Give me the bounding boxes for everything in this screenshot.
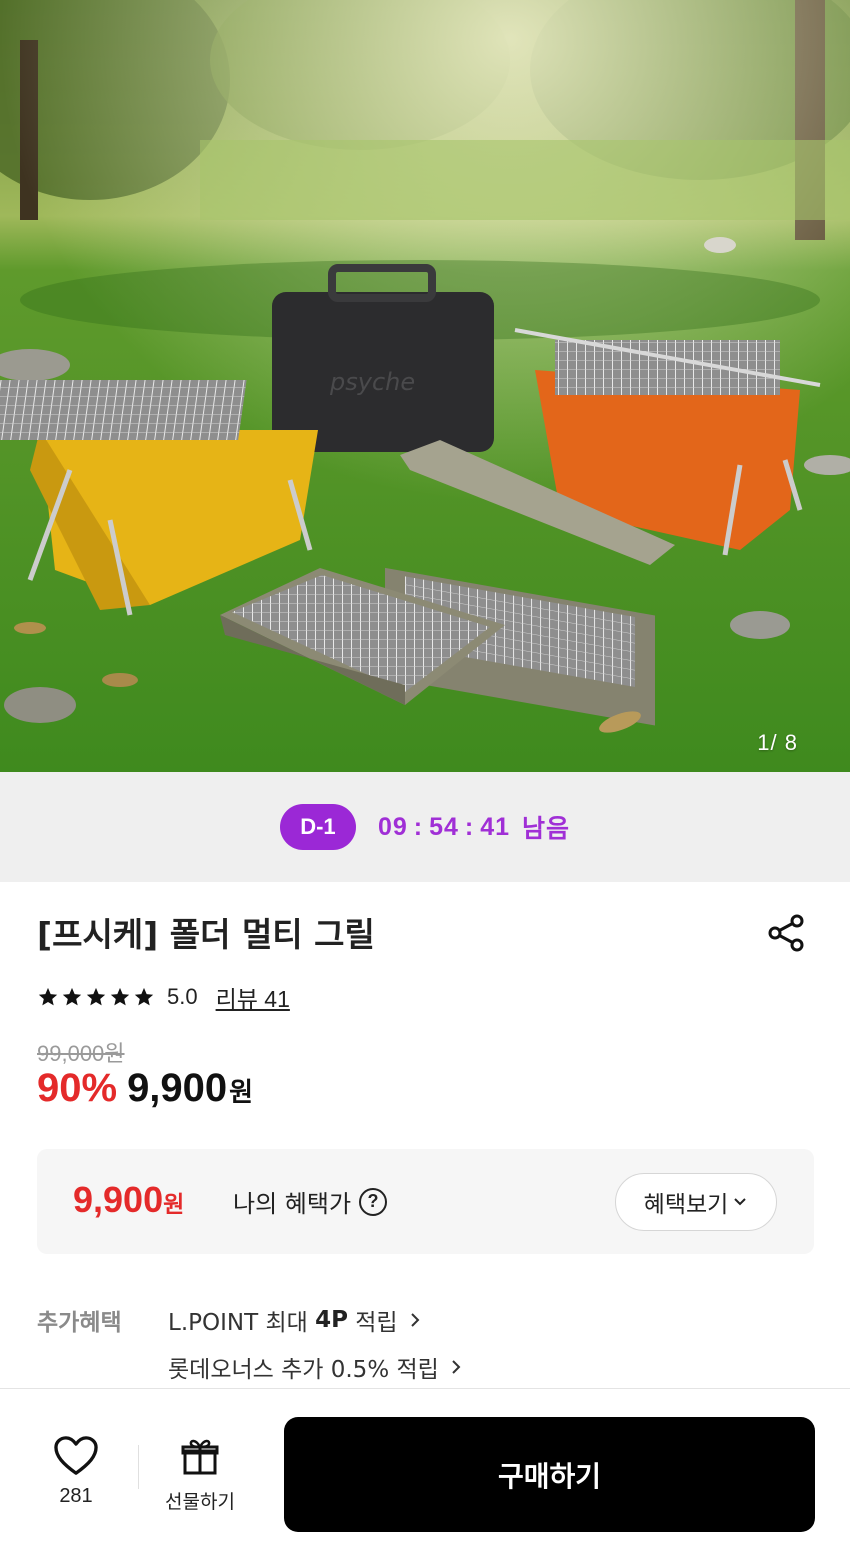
product-hero-image[interactable]: psyche 1/ 8 — [0, 0, 850, 772]
timer-seconds: 41 — [480, 812, 511, 841]
heart-icon — [54, 1436, 98, 1475]
share-icon[interactable] — [766, 912, 808, 954]
gift-button[interactable]: 선물하기 — [156, 1437, 244, 1517]
benefit-price-value: 9,900 — [73, 1179, 164, 1220]
lotte-owners-benefit-link[interactable]: 롯데오너스 추가 0.5% 적립 — [168, 1350, 463, 1384]
lpoint-points: 4P — [315, 1307, 348, 1333]
star-icon — [134, 987, 154, 1006]
review-link[interactable]: 리뷰 41 — [216, 980, 290, 1014]
sale-price: 9,900 — [127, 1066, 228, 1110]
timer-minutes: 54 — [429, 812, 459, 841]
currency-unit: 원 — [229, 1077, 254, 1107]
star-icon — [38, 987, 58, 1006]
product-photo: psyche — [0, 0, 850, 772]
gift-icon — [181, 1439, 219, 1475]
bottom-action-bar: 281 선물하기 구매하기 — [0, 1388, 850, 1557]
benefit-label: 나의 혜택가 ? — [233, 1184, 388, 1219]
discount-rate: 90% — [37, 1066, 118, 1110]
divider — [138, 1445, 139, 1489]
rating-row: 5.0 리뷰 41 — [37, 980, 290, 1014]
product-title: [프시케] 폴더 멀티 그릴 — [37, 915, 375, 954]
benefit-price-box: 9,900원 나의 혜택가 ? 혜택보기 — [37, 1149, 814, 1254]
lpoint-benefit-link[interactable]: L.POINT 최대 4P 적립 — [168, 1303, 422, 1337]
buy-button[interactable]: 구매하기 — [284, 1417, 815, 1532]
rating-score: 5.0 — [167, 984, 198, 1009]
original-price: 99,000원 — [37, 1041, 125, 1066]
star-rating — [37, 986, 155, 1008]
countdown-timer: 09 : 54 : 41 남음 — [378, 809, 570, 845]
star-icon — [110, 987, 130, 1006]
lpoint-text-suffix: 적립 — [347, 1310, 398, 1336]
benefit-label-text: 나의 혜택가 — [233, 1190, 352, 1218]
lotte-owners-text: 롯데오너스 추가 0.5% 적립 — [168, 1357, 439, 1383]
star-icon — [62, 987, 82, 1006]
view-benefits-label: 혜택보기 — [643, 1192, 729, 1218]
benefit-price: 9,900원 — [73, 1179, 184, 1221]
price-row: 90% 9,900 원 — [37, 1066, 253, 1111]
view-benefits-button[interactable]: 혜택보기 — [615, 1173, 777, 1231]
chevron-down-icon — [734, 1198, 747, 1206]
deal-timer-bar: D-1 09 : 54 : 41 남음 — [0, 772, 850, 882]
d-day-badge: D-1 — [279, 804, 356, 850]
chevron-right-icon — [452, 1360, 461, 1374]
image-counter: 1/ 8 — [757, 730, 798, 755]
timer-hours: 09 — [377, 812, 408, 841]
wishlist-button[interactable]: 281 — [40, 1435, 112, 1515]
star-icon — [86, 987, 106, 1006]
extra-benefits-label: 추가혜택 — [37, 1310, 122, 1336]
svg-text:psyche: psyche — [329, 368, 415, 396]
gift-label: 선물하기 — [165, 1491, 235, 1513]
question-icon[interactable]: ? — [359, 1187, 388, 1216]
benefit-currency: 원 — [163, 1191, 185, 1217]
lpoint-text-prefix: L.POINT 최대 — [168, 1310, 316, 1336]
wish-count: 281 — [59, 1485, 93, 1507]
chevron-right-icon — [410, 1313, 420, 1327]
timer-separator: : — [413, 812, 424, 841]
timer-suffix: 남음 — [522, 815, 571, 843]
timer-separator: : — [464, 812, 475, 841]
